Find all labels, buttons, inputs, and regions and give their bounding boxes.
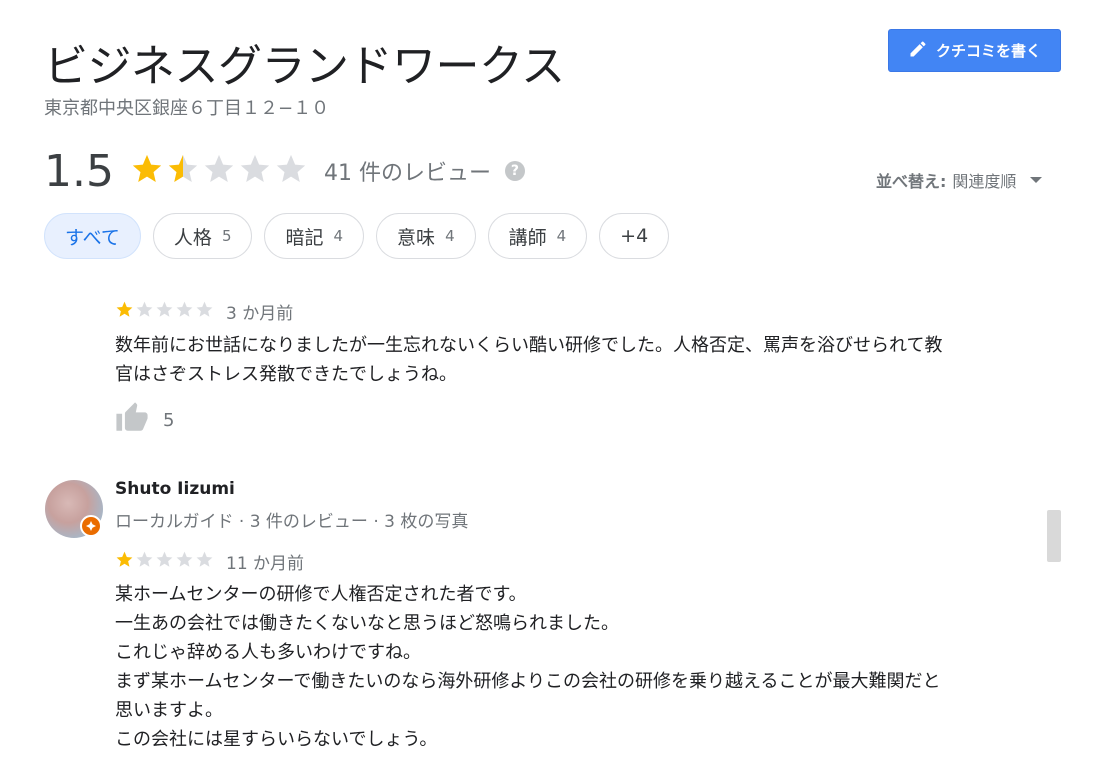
review-time: 3 か月前	[226, 304, 294, 324]
chip-personality[interactable]: 人格 5	[152, 213, 253, 259]
chip-label: 講師	[508, 226, 547, 249]
rating-stars	[130, 152, 308, 190]
star-icon	[238, 152, 272, 190]
chip-meaning[interactable]: 意味 4	[376, 213, 476, 259]
review-line: まず某ホームセンターで働きたいのなら海外研修よりこの会社の研修を乗り越えることが…	[115, 671, 941, 692]
local-guide-badge-icon	[80, 515, 102, 537]
review-line: 思いますよ。	[115, 700, 223, 721]
star-icon	[155, 550, 174, 573]
chip-count: 4	[333, 227, 344, 245]
pencil-icon	[908, 39, 928, 63]
star-icon	[195, 550, 214, 573]
chip-instructor[interactable]: 講師 4	[487, 213, 588, 259]
sort-dropdown[interactable]: 並べ替え: 関連度順	[876, 168, 1043, 192]
review-stars	[115, 550, 214, 573]
chip-label: 暗記	[285, 226, 324, 249]
review-line: これじゃ辞める人も多いわけですね。	[115, 642, 421, 663]
chip-count: 4	[445, 227, 455, 245]
write-review-button[interactable]: クチコミを書く	[888, 29, 1061, 72]
chip-label: 意味	[397, 226, 436, 249]
topic-filter-chips: すべて 人格 5 暗記 4 意味 4 講師 4 +4	[44, 213, 670, 259]
chip-count: 5	[221, 227, 232, 245]
scrollbar-thumb[interactable]	[1047, 510, 1061, 562]
star-icon	[115, 550, 134, 573]
star-icon	[115, 300, 134, 323]
star-icon	[130, 152, 164, 190]
star-icon	[175, 300, 194, 323]
review-line: 一生あの会社では働きたくないなと思うほど怒鳴られました。	[115, 613, 619, 634]
help-icon[interactable]: ?	[504, 161, 525, 181]
like-button[interactable]: 5	[115, 401, 174, 439]
rating-summary: 1.5 41 件のレビュー ?	[44, 145, 525, 197]
reviewer-meta[interactable]: ローカルガイド · 3 件のレビュー · 3 枚の写真	[115, 507, 468, 532]
review-stars	[115, 300, 214, 323]
sort-label: 並べ替え:	[876, 172, 947, 191]
review-meta: 3 か月前	[115, 299, 293, 324]
chip-count: 4	[556, 227, 567, 245]
review-line: この会社には星すらいらないでしょう。	[115, 729, 438, 750]
chip-label: +4	[620, 225, 649, 247]
star-icon	[202, 152, 236, 190]
chip-label: すべて	[65, 226, 120, 249]
place-title: ビジネスグランドワークス	[44, 41, 565, 92]
review-text: 某ホームセンターの研修で人権否定された者です。 一生あの会社では働きたくないなと…	[115, 580, 1025, 754]
sort-value: 関連度順	[952, 172, 1017, 191]
thumbs-up-icon	[115, 401, 149, 439]
chevron-down-icon	[1030, 177, 1043, 183]
chip-more[interactable]: +4	[599, 213, 670, 259]
review-line: 某ホームセンターの研修で人権否定された者です。	[115, 584, 527, 605]
star-icon	[195, 300, 214, 323]
star-icon	[274, 152, 308, 190]
chip-memorization[interactable]: 暗記 4	[264, 213, 365, 259]
reviewer-name[interactable]: Shuto Iizumi	[115, 479, 235, 499]
star-icon	[175, 550, 194, 573]
review-time: 11 か月前	[226, 554, 305, 574]
like-count: 5	[163, 409, 175, 431]
star-icon	[155, 300, 174, 323]
review-count[interactable]: 41 件のレビュー	[324, 155, 491, 187]
place-address: 東京都中央区銀座６丁目１２−１０	[44, 98, 330, 119]
review-text: 数年前にお世話になりましたが一生忘れないくらい酷い研修でした。人格否定、罵声を浴…	[115, 331, 1025, 389]
chip-all[interactable]: すべて	[44, 213, 141, 259]
review-meta: 11 か月前	[115, 549, 304, 574]
write-review-label: クチコミを書く	[935, 42, 1041, 60]
star-icon	[135, 550, 154, 573]
average-rating: 1.5	[44, 145, 114, 197]
review-line: 数年前にお世話になりましたが一生忘れないくらい酷い研修でした。人格否定、罵声を浴…	[115, 335, 943, 356]
review-line: 官はさぞストレス発散できたでしょうね。	[115, 364, 457, 385]
star-icon	[166, 152, 200, 190]
star-icon	[135, 300, 154, 323]
chip-label: 人格	[173, 226, 212, 249]
